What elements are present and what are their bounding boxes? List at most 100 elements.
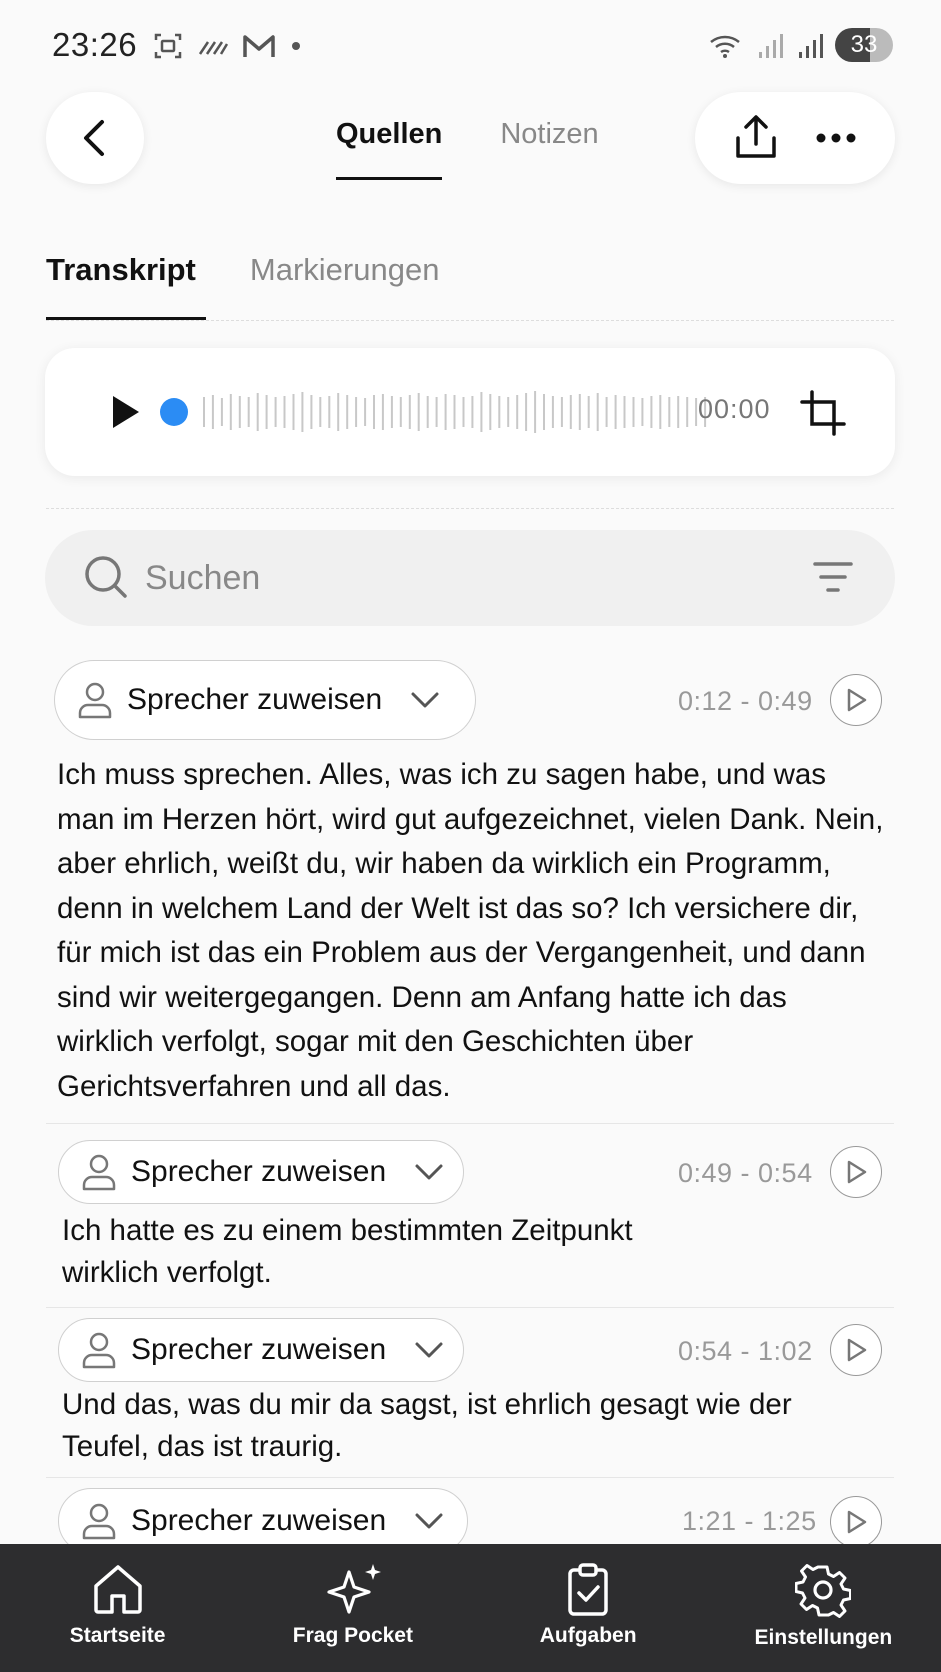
waveform-bar [543, 394, 545, 430]
chevron-left-icon [84, 120, 104, 156]
waveform-bar [220, 398, 223, 426]
chevron-down-icon [415, 1513, 443, 1529]
speaker-dropdown[interactable]: Sprecher zuweisen [58, 1318, 464, 1382]
top-tabs: Quellen Notizen [336, 118, 599, 180]
waveform-bar [650, 396, 653, 428]
battery-indicator: 33 [835, 28, 893, 62]
status-time: 23:26 [52, 26, 138, 63]
playhead-handle[interactable] [160, 398, 188, 426]
waveform-bar [480, 392, 483, 432]
waveform-bar [695, 398, 698, 426]
waveform-bar [516, 395, 519, 429]
sparkle-icon [327, 1564, 381, 1614]
nav-label: Einstellungen [754, 1626, 893, 1649]
user-icon [78, 682, 112, 719]
transcript-segment: Sprecher zuweisen 1:21 - 1:25 [46, 1488, 894, 1544]
speaker-label: Sprecher zuweisen [131, 1155, 387, 1188]
play-icon[interactable] [105, 392, 145, 432]
gmail-icon [243, 35, 275, 57]
waveform-bar [641, 398, 644, 426]
search-icon [85, 556, 127, 598]
time-range: 0:49 - 0:54 [678, 1158, 813, 1188]
status-bar: 23:26 33 [0, 0, 941, 90]
nav-frag-pocket[interactable]: Frag Pocket [235, 1544, 470, 1672]
play-icon [847, 1338, 867, 1362]
signal-roaming-icon [799, 34, 823, 58]
speaker-dropdown[interactable]: Sprecher zuweisen [58, 1488, 468, 1544]
status-right-icons: 33 [707, 28, 893, 62]
speaker-dropdown[interactable]: Sprecher zuweisen [58, 1140, 464, 1204]
waveform-bar [435, 397, 438, 427]
bottom-navigation: Startseite Frag Pocket Aufgaben Einstell… [0, 1544, 941, 1672]
waveform-bar [471, 396, 474, 428]
waveform-bar [525, 393, 528, 431]
waveform-bar [605, 397, 608, 427]
waveform-bar [453, 395, 456, 429]
dot-icon [292, 42, 300, 50]
speaker-label: Sprecher zuweisen [131, 1333, 387, 1366]
waveform-bar [373, 395, 375, 429]
tab-transkript[interactable]: Transkript [46, 252, 206, 320]
waveform-bar [462, 397, 465, 427]
waveform-bar [534, 391, 537, 433]
user-icon [82, 1332, 116, 1369]
gear-icon [795, 1564, 852, 1618]
nav-startseite[interactable]: Startseite [0, 1544, 235, 1672]
waveform-bar [381, 394, 384, 430]
audio-player: 00:00 [45, 348, 895, 476]
waveform-bar [489, 394, 492, 430]
waveform-bar [346, 395, 349, 429]
segment-play-button[interactable] [830, 674, 882, 726]
back-button[interactable] [46, 92, 144, 184]
speaker-label: Sprecher zuweisen [131, 1504, 387, 1537]
play-icon [847, 688, 867, 712]
waveform-bar [587, 396, 590, 428]
waveform-bar [355, 397, 358, 427]
crop-icon[interactable] [800, 390, 846, 436]
time-range: 0:12 - 0:49 [678, 686, 813, 716]
segment-play-button[interactable] [830, 1146, 882, 1198]
tab-quellen[interactable]: Quellen [336, 118, 443, 180]
nav-aufgaben[interactable]: Aufgaben [471, 1544, 706, 1672]
divider [46, 1307, 894, 1308]
waveform-bar [256, 393, 259, 431]
segment-text: Ich hatte es zu einem bestimmten Zeitpun… [62, 1214, 633, 1289]
waveform-bar [247, 397, 250, 427]
search-input[interactable] [145, 552, 745, 604]
waveform-bar [659, 395, 662, 429]
speaker-dropdown[interactable]: Sprecher zuweisen [54, 660, 476, 740]
waveform-bar [596, 393, 599, 431]
player-time: 00:00 [698, 394, 771, 424]
waveform-bar [319, 397, 322, 427]
tab-notizen[interactable]: Notizen [500, 118, 598, 180]
waveform-bar [614, 395, 617, 429]
waveform-bar [417, 393, 420, 431]
filter-icon[interactable] [813, 560, 853, 594]
signal-icon [759, 34, 783, 58]
waveform-bar [238, 396, 241, 428]
waveform-bar [578, 394, 581, 430]
chevron-down-icon [415, 1164, 443, 1180]
waveform-bar [569, 395, 572, 429]
waveform-bar [265, 395, 268, 429]
tab-markierungen[interactable]: Markierungen [250, 252, 450, 320]
waveform-bar [328, 396, 331, 428]
transcript-segment: Sprecher zuweisen 0:54 - 1:02 Und das, w… [46, 1318, 894, 1478]
waveform-bar [203, 397, 205, 427]
nav-einstellungen[interactable]: Einstellungen [706, 1544, 941, 1672]
waveform-bar [364, 398, 367, 426]
time-range: 1:21 - 1:25 [682, 1506, 817, 1536]
waveform[interactable] [203, 386, 713, 438]
waveform-bar [301, 392, 304, 432]
clipboard-check-icon [568, 1563, 608, 1616]
more-horizontal-icon[interactable] [815, 132, 857, 144]
segment-play-button[interactable] [830, 1324, 882, 1376]
header-actions [695, 92, 895, 184]
speaker-label: Sprecher zuweisen [127, 683, 383, 716]
waveform-bar [507, 397, 510, 427]
segment-text: Und das, was du mir da sagst, ist ehrlic… [62, 1388, 792, 1463]
share-icon[interactable] [733, 114, 779, 162]
time-range: 0:54 - 1:02 [678, 1336, 813, 1366]
segment-play-button[interactable] [830, 1496, 882, 1544]
waveform-bar [686, 397, 689, 427]
